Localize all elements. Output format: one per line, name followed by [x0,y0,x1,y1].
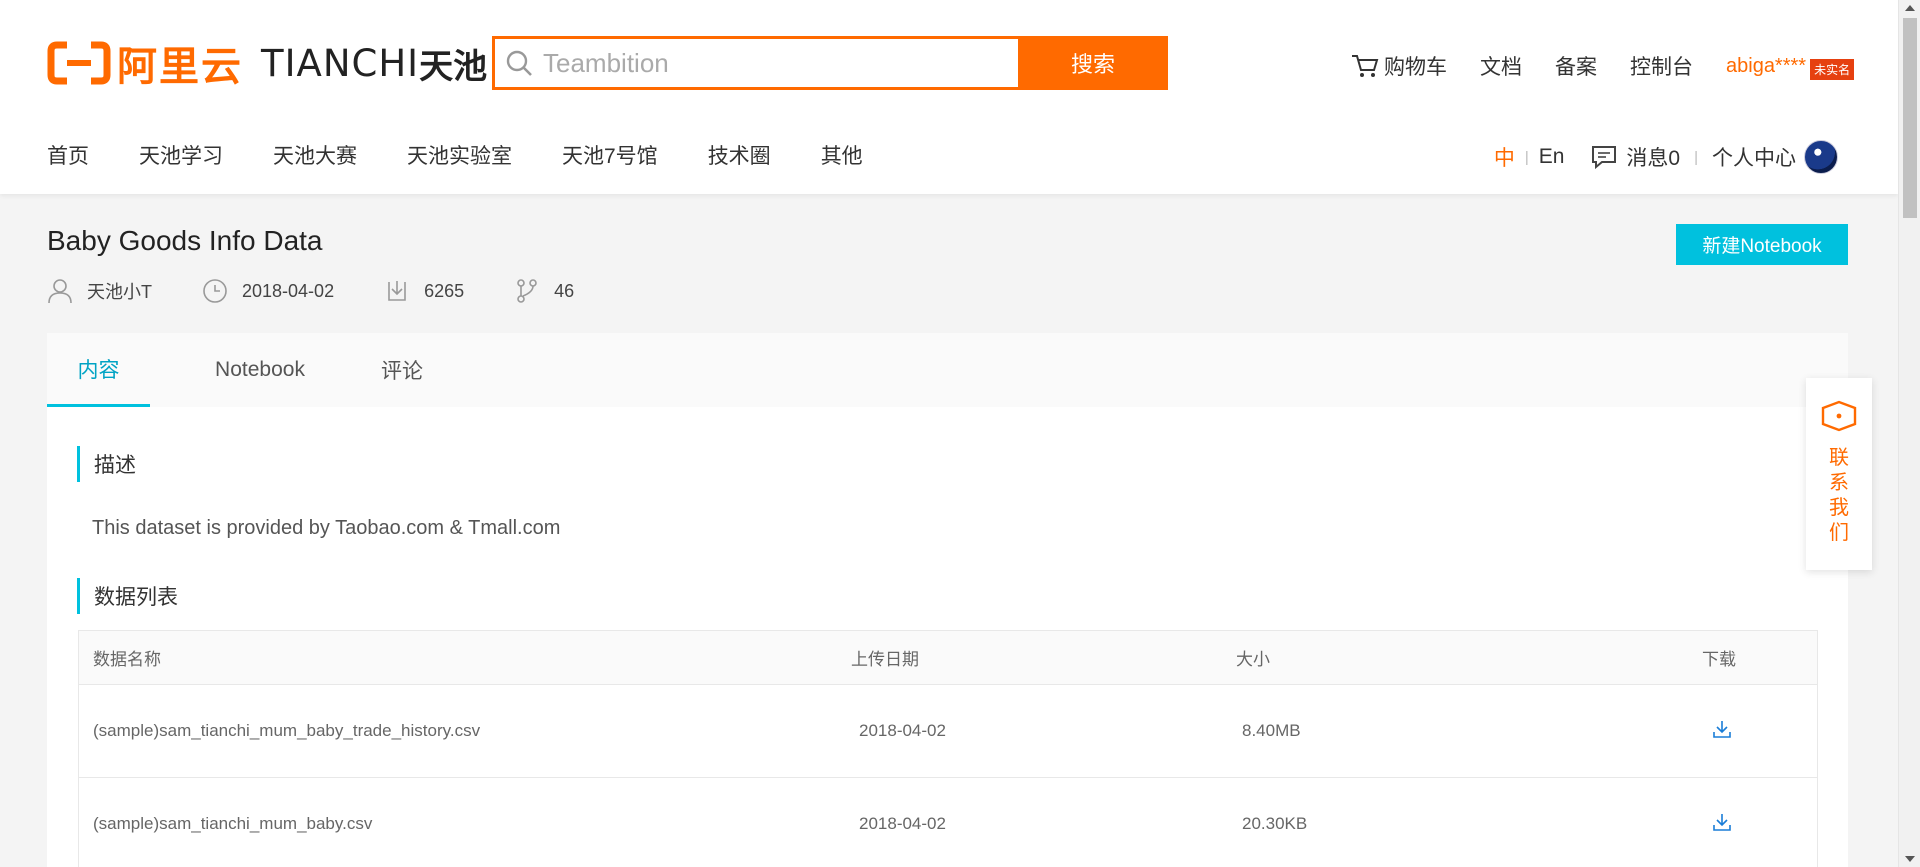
logo-aliyun-text: 阿里云 [117,44,243,90]
meta-forks: 46 [514,278,574,304]
nav-lab[interactable]: 天池实验室 [407,140,512,170]
message-icon [1592,146,1617,170]
search-bar: 搜索 [492,36,1168,90]
docs-link[interactable]: 文档 [1480,51,1522,81]
nav-hall7[interactable]: 天池7号馆 [562,140,658,170]
lang-divider: | [1524,148,1529,166]
cart-icon [1352,55,1379,77]
new-notebook-button[interactable]: 新建Notebook [1676,224,1848,265]
table-header: 数据名称 上传日期 大小 下载 [79,631,1817,685]
nav-competition[interactable]: 天池大赛 [273,140,357,170]
data-table: 数据名称 上传日期 大小 下载 (sample)sam_tianchi_mum_… [78,630,1818,867]
col-download: 下载 [1702,650,1736,669]
top-links: 购物车 文档 备案 控制台 abiga**** 未实名 [1350,51,1898,81]
main-nav: 首页 天池学习 天池大赛 天池实验室 天池7号馆 技术圈 其他 [47,140,913,170]
fork-icon [517,279,537,303]
cart-link[interactable]: 购物车 [1350,51,1447,81]
nav-right: 中 | En 消息0 | 个人中心 [1494,140,1838,174]
console-link[interactable]: 控制台 [1630,51,1693,81]
file-name[interactable]: (sample)sam_tianchi_mum_baby_trade_histo… [93,721,480,741]
scroll-up-arrow-icon[interactable] [1905,5,1915,11]
logo[interactable]: 阿里云 TIANCHI 天池 [47,39,488,90]
tab-notebook[interactable]: Notebook [195,333,325,407]
dataset-title: Baby Goods Info Data [47,225,323,256]
search-icon [495,39,543,87]
scroll-down-arrow-icon[interactable] [1905,856,1915,862]
username: abiga**** [1726,54,1807,77]
messages-label: 消息0 [1626,147,1681,170]
logo-tianchi-cn-text: 天池 [419,46,488,87]
site-header: 阿里云 TIANCHI 天池 搜索 购物车 文档 备案 控制台 abiga***… [0,0,1898,194]
table-row: (sample)sam_tianchi_mum_baby.csv 2018-04… [79,778,1817,867]
contact-us-button[interactable]: 联系我们 [1806,378,1872,570]
avatar[interactable] [1804,140,1838,174]
messages-link[interactable]: 消息0 [1590,142,1680,172]
download-count: 6265 [424,280,465,301]
table-row: (sample)sam_tianchi_mum_baby_trade_histo… [79,685,1817,778]
lang-zh[interactable]: 中 [1494,142,1515,172]
download-icon[interactable] [1712,812,1732,837]
file-size: 20.30KB [1242,814,1308,833]
meta-downloads: 6265 [384,278,464,304]
dataset-meta: 天池小T 2018-04-02 6265 46 [47,278,624,304]
meta-date: 2018-04-02 [202,278,334,304]
icp-link[interactable]: 备案 [1555,51,1597,81]
contact-icon [1821,400,1857,432]
upload-date: 2018-04-02 [859,814,946,833]
content-card: 描述 This dataset is provided by Taobao.co… [47,407,1848,867]
unverified-badge: 未实名 [1810,58,1855,80]
nav-home[interactable]: 首页 [47,140,89,170]
tab-content[interactable]: 内容 [47,333,150,407]
page-scrollbar[interactable] [1898,0,1920,867]
upload-date: 2018-04-02 [859,721,946,740]
contact-us-label: 联系我们 [1829,447,1849,544]
logo-tianchi-text: TIANCHI [261,41,420,85]
user-icon [48,279,72,304]
aliyun-logo-icon [47,41,111,85]
author-name: 天池小T [87,282,152,302]
description-heading: 描述 [77,446,136,482]
search-button[interactable]: 搜索 [1018,36,1168,90]
nav-other[interactable]: 其他 [821,140,863,170]
file-name[interactable]: (sample)sam_tianchi_mum_baby.csv [93,814,372,834]
nav-learn[interactable]: 天池学习 [139,140,223,170]
description-text: This dataset is provided by Taobao.com &… [92,517,561,539]
col-name: 数据名称 [93,650,161,669]
clock-icon [203,279,227,303]
publish-date: 2018-04-02 [242,280,335,301]
col-size: 大小 [1236,650,1270,669]
file-size: 8.40MB [1242,721,1301,740]
scroll-thumb[interactable] [1903,18,1917,218]
data-list-heading: 数据列表 [77,578,178,614]
download-count-icon [388,281,406,301]
user-menu[interactable]: abiga**** 未实名 [1726,53,1855,80]
tab-comments[interactable]: 评论 [367,333,437,407]
nav-divider: | [1694,148,1698,166]
nav-tech-circle[interactable]: 技术圈 [708,140,771,170]
search-input[interactable] [543,39,1018,87]
content-tabs: 内容 Notebook 评论 [47,333,1848,407]
meta-author: 天池小T [47,278,152,304]
personal-center-link[interactable]: 个人中心 [1712,142,1796,172]
download-icon[interactable] [1712,719,1732,744]
lang-en[interactable]: En [1539,145,1565,169]
cart-label: 购物车 [1384,56,1447,79]
col-date: 上传日期 [851,650,919,669]
fork-count: 46 [554,280,575,301]
